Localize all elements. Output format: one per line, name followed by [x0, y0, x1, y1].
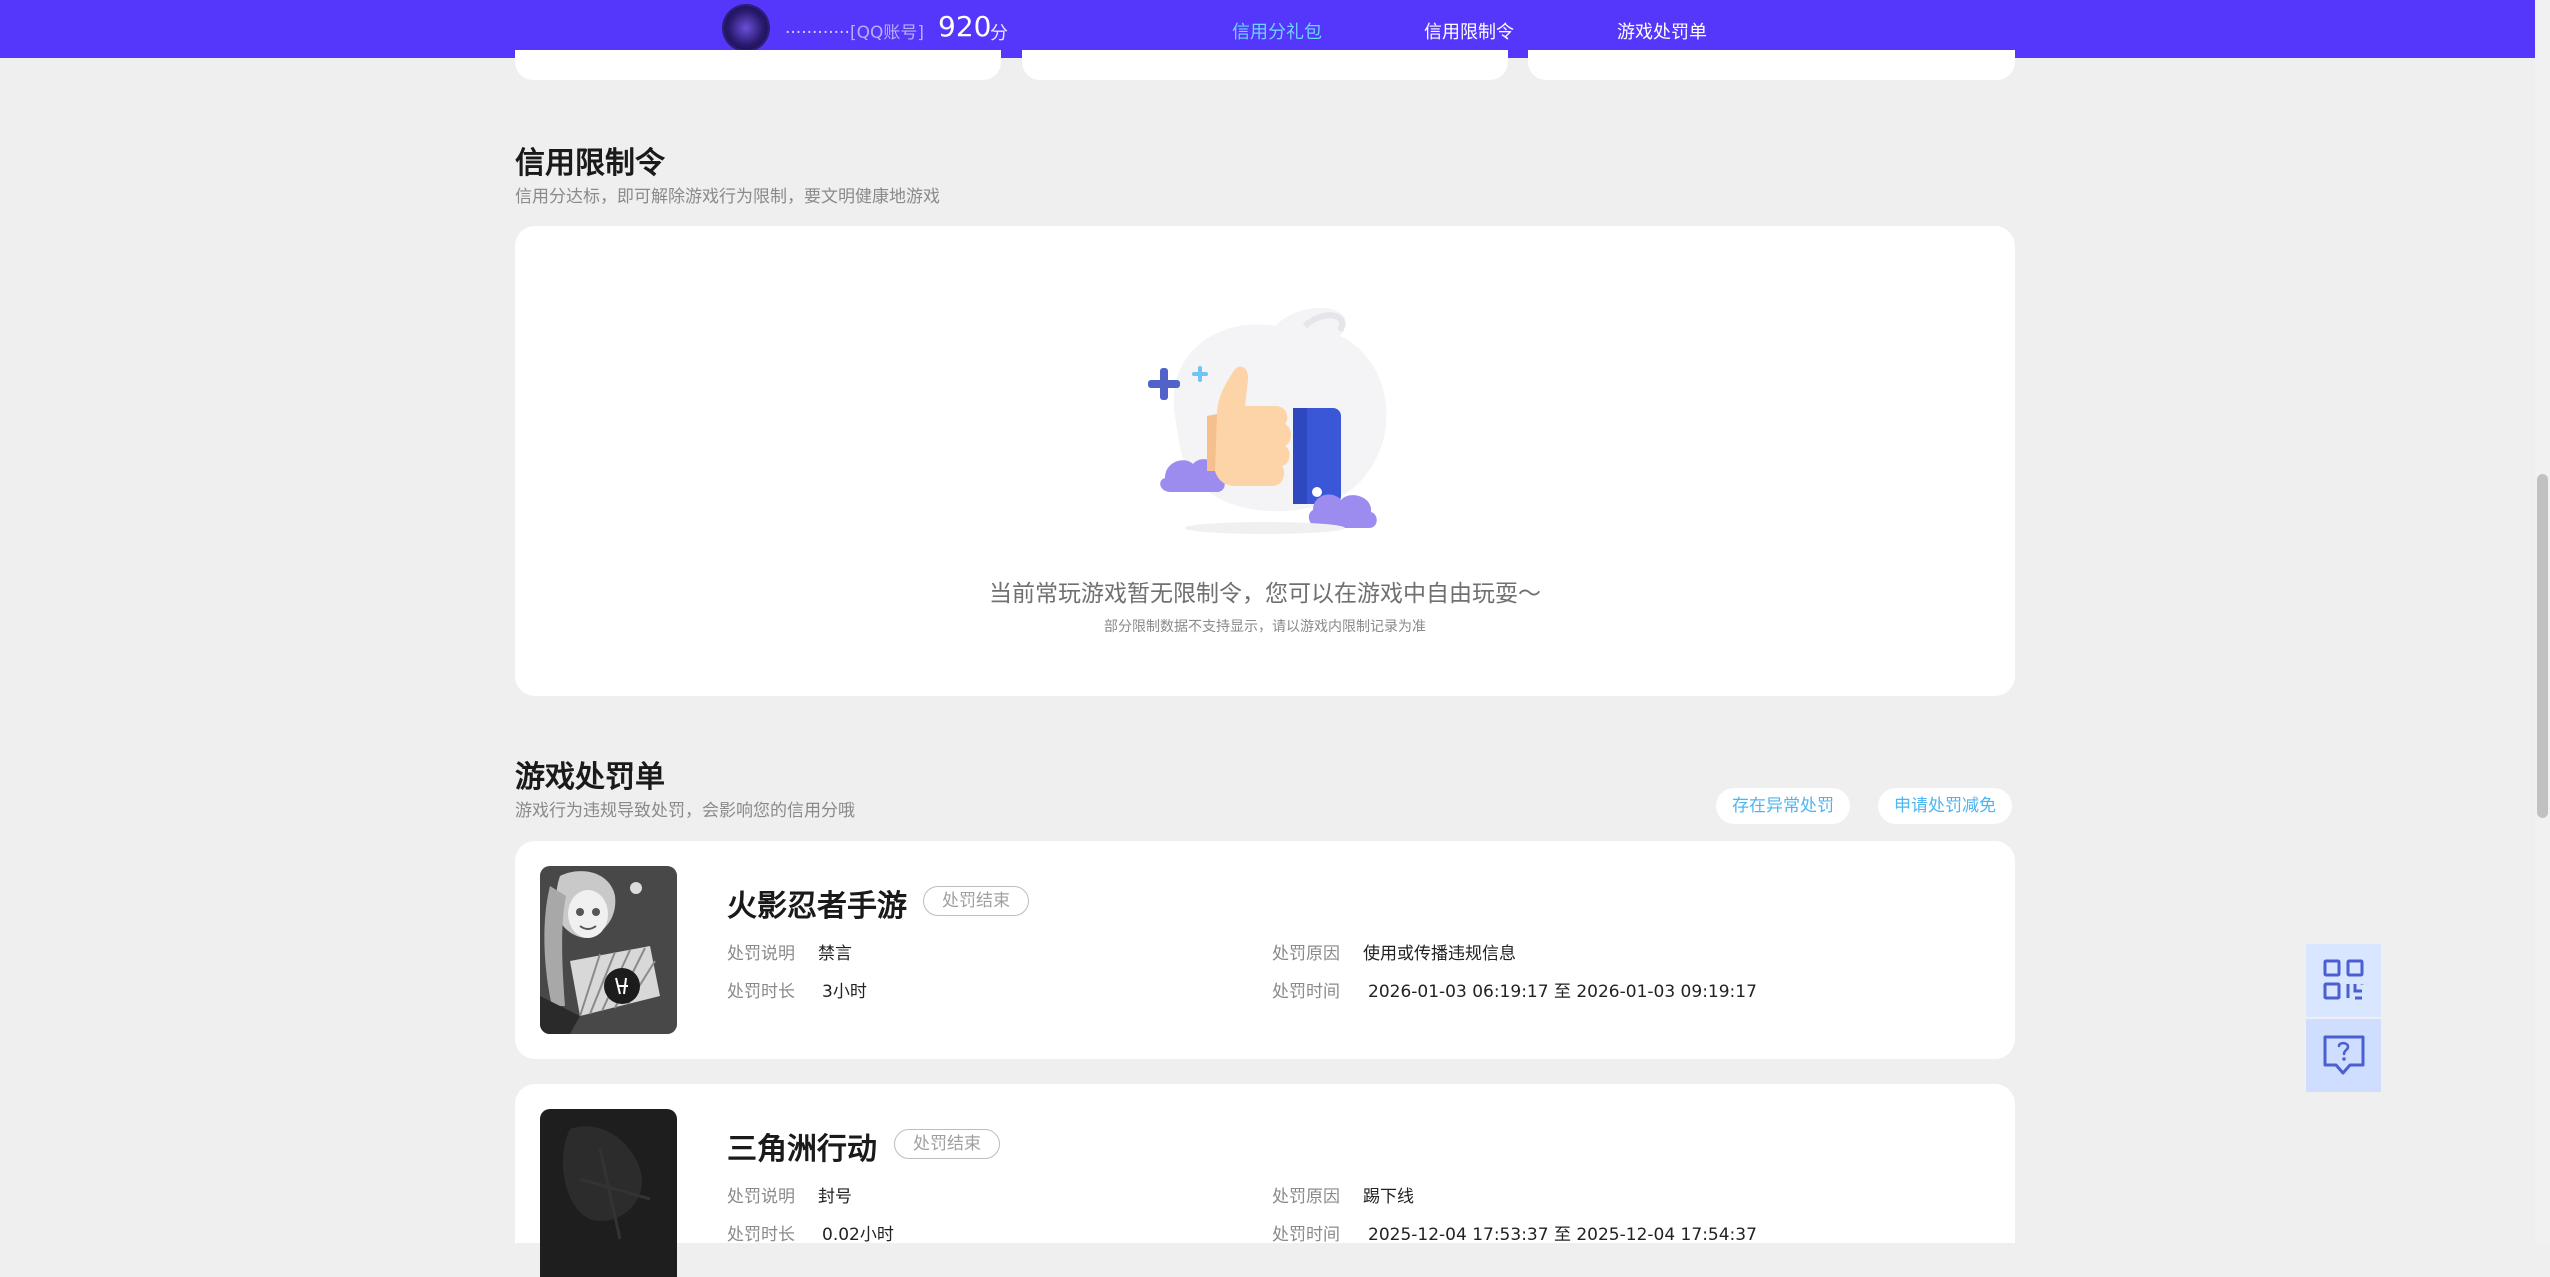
account-name: ............: [785, 18, 850, 38]
scrollbar-thumb[interactable]: [2537, 474, 2548, 818]
tab-credit-gift[interactable]: 信用分礼包: [1232, 18, 1322, 44]
penalty-card[interactable]: 三角洲行动 处罚结束 处罚说明 封号 处罚时长 0.02小时 处罚原因 踢下线 …: [515, 1084, 2015, 1277]
penalty-desc-label: 处罚说明: [727, 944, 795, 964]
game-thumbnail: [540, 1109, 677, 1277]
penalty-card[interactable]: 火影忍者手游 处罚结束 处罚说明 禁言 处罚时长 3小时 处罚原因 使用或传播违…: [515, 841, 2015, 1059]
restriction-panel: 当前常玩游戏暂无限制令，您可以在游戏中自由玩耍～ 部分限制数据不支持显示，请以游…: [515, 226, 2015, 696]
penalty-reduction-button[interactable]: 申请处罚减免: [1878, 788, 2012, 824]
penalty-duration-value: 0.02小时: [822, 1225, 894, 1245]
penalty-time-value: 2025-12-04 17:53:37 至 2025-12-04 17:54:3…: [1368, 1225, 1757, 1245]
status-badge: 处罚结束: [923, 886, 1029, 916]
penalty-section-subtitle: 游戏行为违规导致处罚，会影响您的信用分哦: [515, 801, 855, 821]
penalty-duration-label: 处罚时长: [727, 982, 795, 1002]
help-button[interactable]: [2306, 1019, 2381, 1092]
help-chat-icon: [2323, 1035, 2365, 1075]
avatar[interactable]: [724, 6, 768, 50]
penalty-time-label: 处罚时间: [1272, 1225, 1340, 1245]
penalty-time-value: 2026-01-03 06:19:17 至 2026-01-03 09:19:1…: [1368, 982, 1757, 1002]
qrcode-button[interactable]: [2306, 944, 2381, 1017]
credit-score-unit: 分: [990, 23, 1008, 44]
restriction-section-title: 信用限制令: [515, 146, 665, 181]
tab-credit-restriction[interactable]: 信用限制令: [1424, 18, 1514, 44]
restriction-section-subtitle: 信用分达标，即可解除游戏行为限制，要文明健康地游戏: [515, 187, 940, 207]
game-title: 火影忍者手游: [727, 889, 907, 924]
penalty-duration-label: 处罚时长: [727, 1225, 795, 1245]
status-badge: 处罚结束: [894, 1129, 1000, 1159]
gift-card[interactable]: [1022, 50, 1508, 80]
empty-state-title: 当前常玩游戏暂无限制令，您可以在游戏中自由玩耍～: [989, 581, 1541, 607]
game-thumbnail: [540, 866, 677, 1034]
abnormal-penalty-button[interactable]: 存在异常处罚: [1716, 788, 1850, 824]
penalty-desc-value: 禁言: [818, 944, 852, 964]
gift-card[interactable]: [1528, 50, 2015, 80]
penalty-reason-value: 踢下线: [1363, 1187, 1414, 1207]
penalty-reason-label: 处罚原因: [1272, 944, 1340, 964]
game-title: 三角洲行动: [727, 1132, 877, 1167]
gift-card[interactable]: [515, 50, 1001, 80]
thumbs-up-illustration: [1148, 307, 1387, 534]
account-type: [QQ账号]: [850, 23, 925, 43]
penalty-duration-value: 3小时: [822, 982, 867, 1002]
penalty-reason-value: 使用或传播违规信息: [1363, 944, 1516, 964]
penalty-desc-value: 封号: [818, 1187, 852, 1207]
penalty-time-label: 处罚时间: [1272, 982, 1340, 1002]
penalty-desc-label: 处罚说明: [727, 1187, 795, 1207]
tab-game-penalty[interactable]: 游戏处罚单: [1617, 18, 1707, 44]
penalty-section-title: 游戏处罚单: [515, 760, 665, 795]
credit-score: 920: [938, 10, 992, 43]
qrcode-icon: [2323, 959, 2364, 1000]
penalty-reason-label: 处罚原因: [1272, 1187, 1340, 1207]
empty-state-note: 部分限制数据不支持显示，请以游戏内限制记录为准: [1104, 619, 1426, 635]
